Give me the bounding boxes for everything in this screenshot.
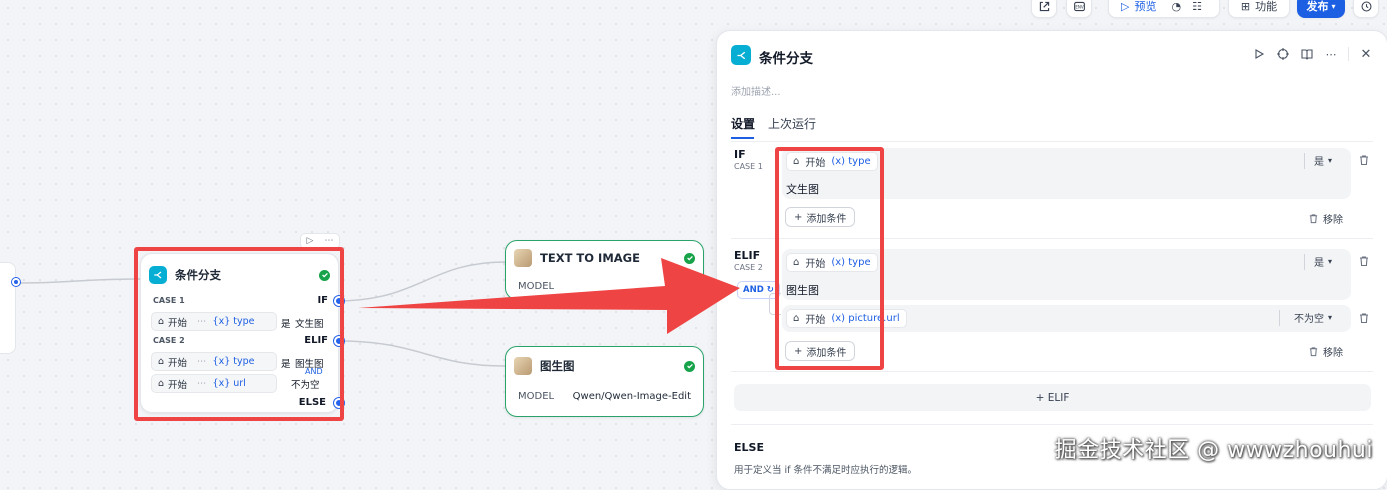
grid-icon: ⊞ xyxy=(1240,0,1251,13)
if-block-case: CASE 1 xyxy=(734,162,763,171)
trash-icon[interactable] xyxy=(1357,311,1371,325)
more-icon[interactable]: ⋯ xyxy=(1324,47,1338,61)
preview-button[interactable]: ▷ 预览 ◔ ☷ xyxy=(1108,0,1220,18)
image-to-image-node[interactable]: 图生图 MODEL Qwen/Qwen-Image-Edit xyxy=(505,346,704,417)
env-icon[interactable]: ENV xyxy=(1066,0,1092,18)
add-elif-button[interactable]: + ELIF xyxy=(734,384,1371,411)
operator-divider xyxy=(1279,310,1280,326)
play-icon: ▷ xyxy=(1121,0,1130,13)
features-label: 功能 xyxy=(1255,0,1278,13)
highlight-box-panel xyxy=(775,147,884,370)
operator-label: 是 xyxy=(1314,157,1324,168)
chevron-down-icon: ▾ xyxy=(1328,313,1333,322)
red-arrow-icon xyxy=(358,258,740,334)
trash-icon[interactable] xyxy=(1357,254,1371,268)
description-input[interactable]: 添加描述... xyxy=(731,83,781,98)
operator-divider xyxy=(1304,153,1305,169)
model-value: Qwen/Qwen-Image-Edit xyxy=(572,391,691,402)
branch-icon xyxy=(731,45,751,65)
run-node-icon[interactable]: ▷ xyxy=(307,236,314,246)
block-divider xyxy=(731,424,1373,425)
if-block-title: IF xyxy=(734,148,746,161)
toolbar-divider xyxy=(1348,47,1349,61)
add-elif-label: + ELIF xyxy=(1035,391,1070,404)
trash-icon xyxy=(1309,347,1318,357)
trash-icon[interactable] xyxy=(1357,153,1371,167)
image-to-image-title: 图生图 xyxy=(540,359,575,373)
checklist-icon: ☷ xyxy=(1192,0,1202,13)
block-divider xyxy=(731,371,1373,372)
operator-label: 不为空 xyxy=(1294,314,1324,325)
if-remove-button[interactable]: 移除 xyxy=(1308,211,1343,226)
tab-last-run[interactable]: 上次运行 xyxy=(768,115,816,132)
active-tab-indicator xyxy=(731,137,754,139)
elif-operator-select-1[interactable]: 是 ▾ xyxy=(1314,254,1332,269)
publish-label: 发布 xyxy=(1306,0,1329,13)
chevron-down-icon: ▾ xyxy=(1328,156,1333,165)
run-icon[interactable] xyxy=(1252,47,1266,61)
start-node-output-handle[interactable] xyxy=(12,278,20,286)
panel-title: 条件分支 xyxy=(759,51,813,67)
chevron-down-icon: ▾ xyxy=(1328,257,1333,266)
tabs-divider xyxy=(731,141,1373,142)
panel-toolbar: ⋯ ✕ xyxy=(1252,47,1373,62)
publish-button[interactable]: 发布 ▾ xyxy=(1297,0,1345,18)
remove-label: 移除 xyxy=(1323,348,1343,359)
watermark: 掘金技术社区 @ wwwzhouhui xyxy=(1054,438,1373,463)
remove-label: 移除 xyxy=(1323,215,1343,226)
close-icon[interactable]: ✕ xyxy=(1359,47,1373,62)
model-label: MODEL xyxy=(518,391,555,402)
operator-divider xyxy=(1304,254,1305,270)
else-block-title: ELSE xyxy=(734,441,764,454)
book-icon[interactable] xyxy=(1300,47,1314,61)
model-thumbnail-icon xyxy=(514,357,532,375)
if-operator-select[interactable]: 是 ▾ xyxy=(1314,153,1332,168)
preview-label: 预览 xyxy=(1134,0,1157,13)
debug-icon: ◔ xyxy=(1171,0,1182,13)
success-check-icon xyxy=(684,360,695,372)
share-icon[interactable] xyxy=(1031,0,1057,18)
model-row: MODEL Qwen/Qwen-Image-Edit xyxy=(506,391,703,402)
start-node-partial[interactable] xyxy=(0,262,16,354)
features-button[interactable]: ⊞ 功能 xyxy=(1228,0,1290,18)
else-block-description: 用于定义当 if 条件不满足时应执行的逻辑。 xyxy=(734,465,918,476)
operator-label: 是 xyxy=(1314,258,1324,269)
elif-remove-button[interactable]: 移除 xyxy=(1308,344,1343,359)
chevron-down-icon: ▾ xyxy=(1331,1,1336,11)
target-icon[interactable] xyxy=(1276,47,1290,61)
history-icon[interactable] xyxy=(1353,0,1379,18)
tab-settings[interactable]: 设置 xyxy=(731,115,755,132)
svg-text:ENV: ENV xyxy=(1075,4,1084,9)
more-icon[interactable]: ⋯ xyxy=(324,236,333,246)
highlight-box-node xyxy=(134,247,344,421)
trash-icon xyxy=(1309,214,1318,224)
elif-operator-select-2[interactable]: 不为空 ▾ xyxy=(1294,310,1332,325)
logic-label: AND xyxy=(743,285,764,295)
